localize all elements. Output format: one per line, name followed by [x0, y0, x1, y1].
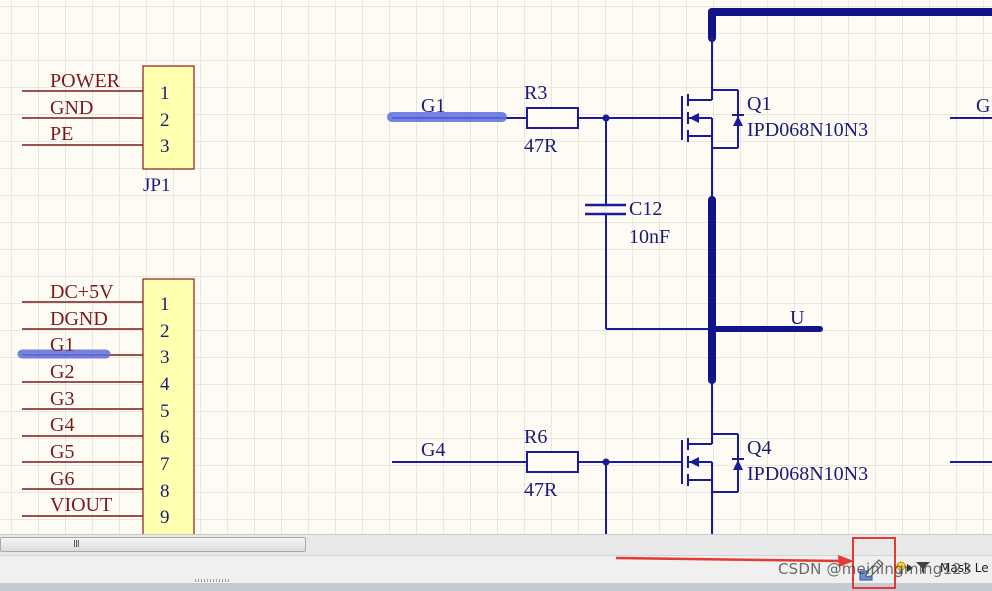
status-grip[interactable] [195, 579, 229, 582]
net-label-g-partial: G [976, 95, 990, 117]
resistor-r6[interactable]: R6 47R [524, 426, 579, 501]
schematic-drawing: POWER GND PE 1 2 3 JP1 DC+5V DGND G1 G2 … [17, 8, 992, 534]
jp1-net-pe: PE [50, 123, 73, 145]
jp1-pin-1: 1 [160, 83, 170, 104]
power-bus[interactable]: U [708, 8, 992, 436]
net-g-partial[interactable]: G [950, 95, 992, 463]
net-g4-wire[interactable]: G4 [392, 439, 527, 463]
jp2-pin-3: 3 [160, 347, 170, 368]
jp1-pin-2: 2 [160, 110, 170, 131]
jp2-net-9: VIOUT [50, 494, 112, 516]
q4-part: IPD068N10N3 [747, 463, 868, 485]
schematic-canvas[interactable]: POWER GND PE 1 2 3 JP1 DC+5V DGND G1 G2 … [0, 0, 992, 534]
jp2-pin-6: 6 [160, 427, 170, 448]
jp2-pin-2: 2 [160, 321, 170, 342]
jp2-net-6: G4 [50, 414, 74, 436]
r3-value: 47R [524, 135, 558, 157]
connector-jp2[interactable]: DC+5V DGND G1 G2 G3 G4 G5 G6 VIOUT 1 2 3… [17, 278, 195, 534]
jp2-pin-7: 7 [160, 454, 170, 475]
r6-designator: R6 [524, 426, 547, 448]
jp2-net-7: G5 [50, 441, 74, 463]
jp2-net-5: G3 [50, 388, 74, 410]
q4-designator: Q4 [747, 437, 771, 459]
jp2-pin-1: 1 [160, 294, 170, 315]
jp1-designator: JP1 [143, 175, 170, 196]
r3-designator: R3 [524, 82, 547, 104]
jp2-net-8: G6 [50, 468, 74, 490]
watermark: CSDN @meiningming123 [778, 560, 972, 578]
resistor-r3[interactable]: R3 47R [524, 82, 579, 157]
r6-value: 47R [524, 479, 558, 501]
jp2-pin-9: 9 [160, 507, 170, 528]
mosfet-q4[interactable]: Q4 IPD068N10N3 [681, 433, 868, 534]
net-g1-wire[interactable]: G1 [387, 95, 527, 122]
jp1-pin-3: 3 [160, 136, 170, 157]
window-bottom-edge [0, 583, 992, 591]
c12-value: 10nF [629, 226, 670, 248]
net-label-g1: G1 [421, 95, 445, 117]
jp1-net-power: POWER [50, 70, 121, 92]
jp1-net-gnd: GND [50, 97, 93, 119]
net-label-u: U [790, 307, 805, 329]
scrollbar-thumb[interactable]: III [0, 537, 306, 552]
c12-designator: C12 [629, 198, 662, 220]
q1-designator: Q1 [747, 93, 771, 115]
mosfet-q1[interactable]: Q1 IPD068N10N3 [681, 89, 868, 149]
q1-part: IPD068N10N3 [747, 119, 868, 141]
scrollbar-grip: III [73, 539, 80, 550]
jp2-net-2: DGND [50, 308, 108, 330]
jp2-pin-4: 4 [160, 374, 170, 395]
jp2-net-4: G2 [50, 361, 74, 383]
jp2-net-3: G1 [50, 334, 74, 356]
net-label-g4: G4 [421, 439, 445, 461]
jp2-net-1: DC+5V [50, 281, 114, 303]
jp2-pin-8: 8 [160, 481, 170, 502]
jp2-pin-5: 5 [160, 401, 170, 422]
connector-jp1[interactable]: POWER GND PE 1 2 3 JP1 [22, 65, 195, 196]
capacitor-c12[interactable]: C12 10nF [585, 198, 670, 248]
